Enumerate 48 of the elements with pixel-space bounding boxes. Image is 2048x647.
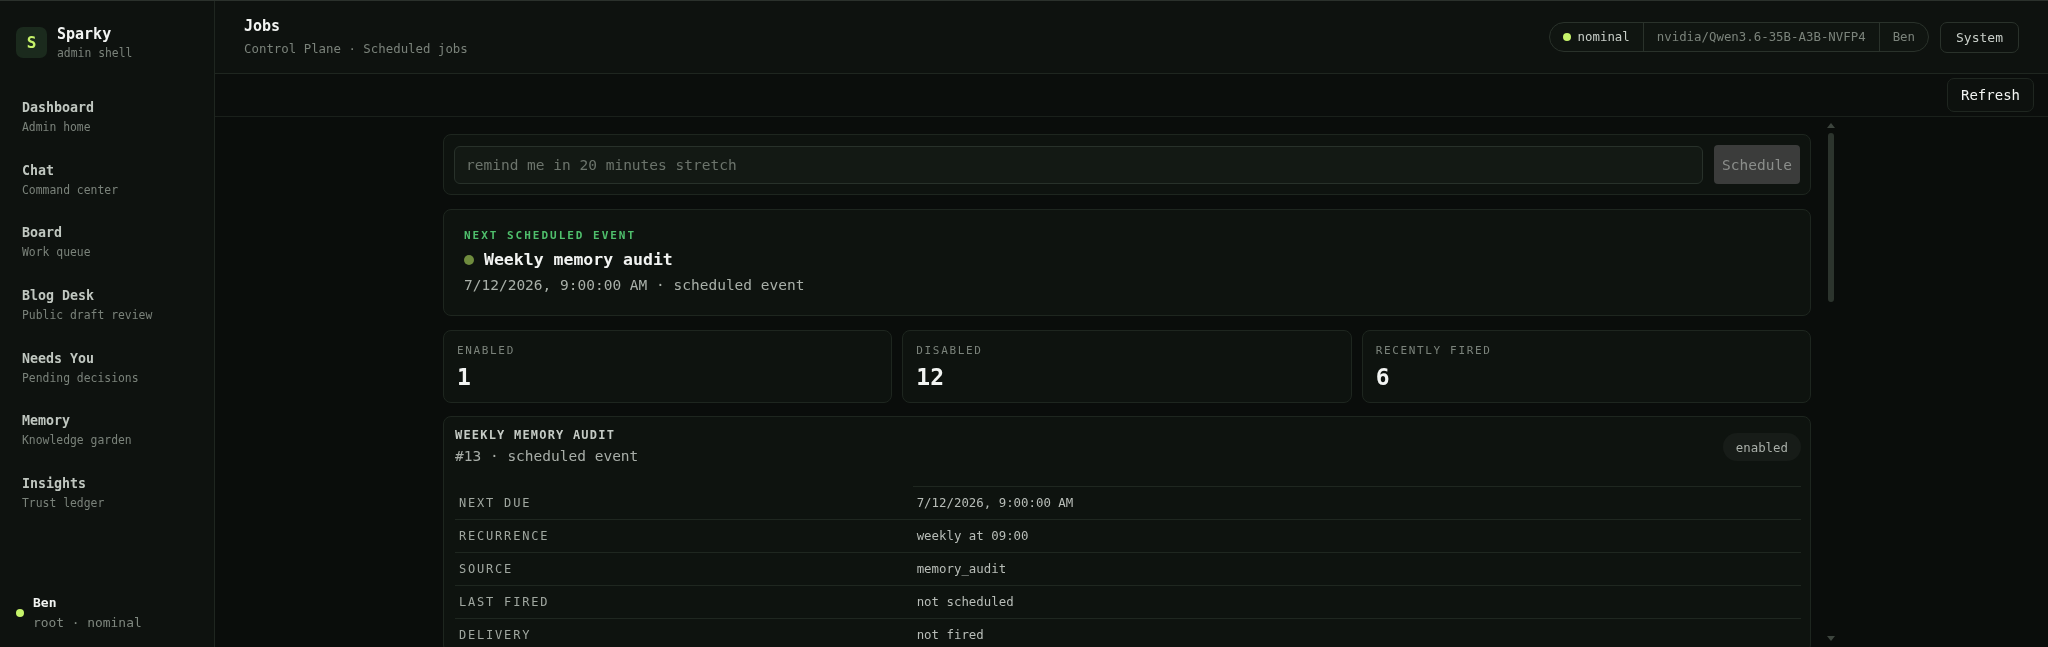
stat-label: DISABLED — [916, 343, 984, 358]
job-title: WEEKLY MEMORY AUDIT — [455, 428, 617, 443]
brand-name: Sparky — [57, 25, 113, 43]
user-detail: root · nominal — [33, 615, 142, 631]
nav-item[interactable]: Memory Knowledge garden — [0, 398, 214, 462]
nav-item[interactable]: Dashboard Admin home — [0, 86, 214, 149]
detail-label: NEXT DUE — [458, 494, 533, 512]
app-logo: S — [16, 27, 47, 58]
nav-item[interactable]: Insights Trust ledger — [0, 461, 214, 525]
breadcrumb: Control Plane · Scheduled jobs — [244, 41, 468, 57]
status-text: nominal — [1577, 29, 1630, 45]
user-label: Ben — [1892, 29, 1916, 45]
reminder-input[interactable]: remind me in 20 minutes stretch — [454, 145, 1703, 184]
stat-label: ENABLED — [457, 343, 516, 358]
detail-label: LAST FIRED — [458, 593, 551, 611]
status-dot-icon — [1562, 33, 1571, 41]
refresh-button[interactable]: Refresh — [1947, 78, 2034, 112]
brand-subtitle: admin shell — [57, 46, 133, 60]
detail-value: not fired — [915, 626, 985, 644]
detail-value: memory_audit — [915, 560, 1008, 578]
model-name: nvidia/Qwen3.6-35B-A3B-NVFP4 — [1656, 29, 1866, 45]
user-name: Ben — [33, 595, 58, 611]
event-title: Weekly memory audit — [484, 249, 673, 270]
stat-value: 1 — [457, 362, 472, 391]
status-dot-icon — [16, 609, 24, 617]
job-subtitle: #13 · scheduled event — [455, 447, 639, 466]
stat-value: 6 — [1375, 362, 1391, 391]
detail-label: RECURRENCE — [458, 527, 551, 545]
detail-label: SOURCE — [458, 560, 515, 578]
event-meta: 7/12/2026, 9:00:00 AM · scheduled event — [464, 276, 806, 295]
nav-item[interactable]: Board Work queue — [0, 211, 214, 274]
system-button[interactable]: System — [1940, 21, 2019, 53]
stat-value: 12 — [916, 362, 946, 391]
detail-label: DELIVERY — [458, 626, 533, 644]
detail-value: weekly at 09:00 — [915, 527, 1030, 545]
scroll-down-icon[interactable] — [1827, 636, 1835, 641]
nav-item[interactable]: Chat Command center — [0, 148, 214, 212]
nav-item[interactable]: Blog Desk Public draft review — [0, 273, 214, 337]
detail-value: not scheduled — [915, 593, 1015, 611]
scrollbar-thumb[interactable] — [1828, 133, 1834, 302]
detail-value: 7/12/2026, 9:00:00 AM — [912, 485, 1801, 518]
stat-label: RECENTLY FIRED — [1375, 343, 1493, 358]
section-label: NEXT SCHEDULED EVENT — [464, 228, 638, 243]
status-badge: enabled — [1722, 433, 1801, 461]
scroll-up-icon[interactable] — [1827, 123, 1835, 128]
event-dot-icon — [464, 254, 474, 265]
page-title: Jobs — [244, 17, 282, 36]
nav-item[interactable]: Needs You Pending decisions — [0, 336, 214, 399]
